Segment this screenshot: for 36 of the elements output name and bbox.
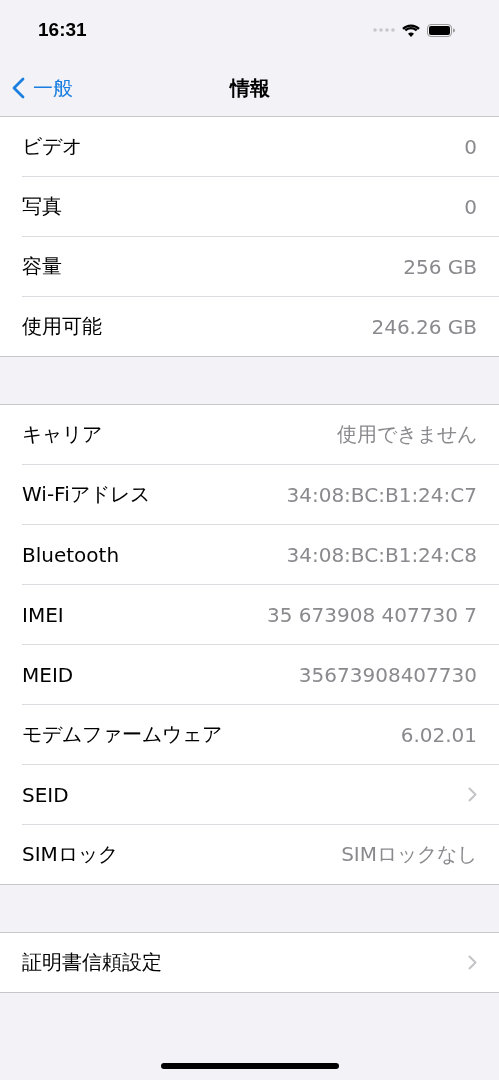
row-label: ビデオ [22, 133, 82, 160]
row-label: 写真 [22, 193, 62, 220]
row-value: 34:08:BC:B1:24:C8 [286, 542, 477, 567]
back-button[interactable]: 一般 [0, 74, 73, 102]
battery-icon [427, 23, 455, 37]
row-label: 証明書信頼設定 [22, 949, 162, 976]
row-label: IMEI [22, 602, 64, 627]
row-value: 34:08:BC:B1:24:C7 [286, 482, 477, 507]
back-chevron-icon [12, 77, 25, 99]
row-label: 使用可能 [22, 313, 102, 340]
row-value: 0 [464, 134, 477, 159]
row-value: 246.26 GB [371, 314, 477, 339]
row-label: 容量 [22, 253, 62, 280]
row-label: SEID [22, 782, 69, 807]
row-label: モデムファームウェア [22, 721, 222, 748]
row-value: 6.02.01 [400, 722, 477, 747]
row-value: 使用できません [337, 421, 477, 448]
settings-row[interactable]: 証明書信頼設定 [0, 933, 499, 993]
row-value: 35 673908 407730 7 [267, 602, 477, 627]
row-label: キャリア [22, 421, 102, 448]
row-value: SIMロックなし [341, 841, 477, 868]
settings-row[interactable]: SEID [22, 765, 499, 825]
home-indicator[interactable] [160, 1063, 339, 1069]
chevron-icon [468, 787, 477, 802]
wifi-icon [402, 23, 420, 37]
signal-icon [373, 28, 395, 32]
row-label: MEID [22, 662, 74, 687]
row-value: 35673908407730 [298, 662, 477, 687]
screen-title: 情報 [229, 74, 270, 102]
status-time: 16:31 [38, 19, 87, 41]
chevron-icon [468, 955, 477, 970]
row-label: Bluetooth [22, 542, 120, 567]
row-label: Wi-Fiアドレス [22, 481, 150, 508]
row-value: 0 [464, 194, 477, 219]
row-label: SIMロック [22, 841, 118, 868]
row-value: 256 GB [403, 254, 477, 279]
